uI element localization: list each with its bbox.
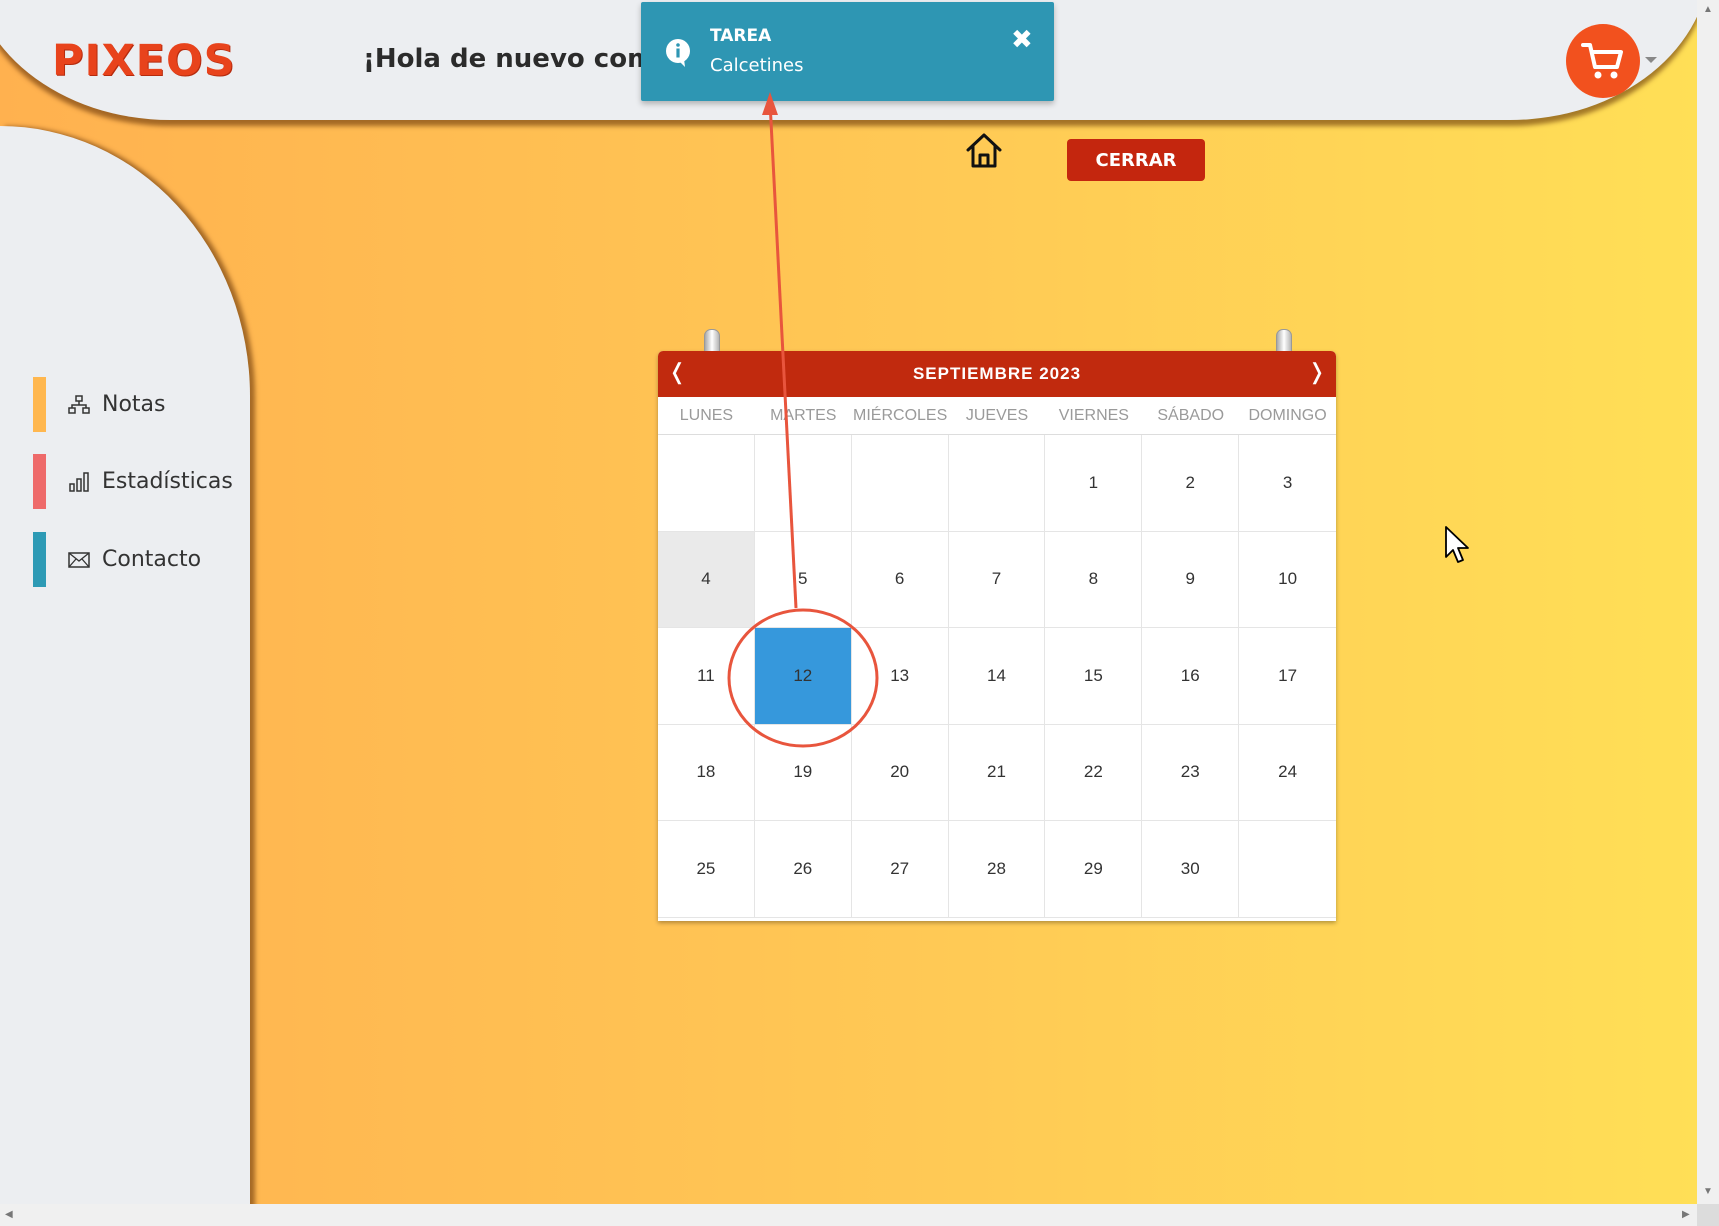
calendar-day-cell[interactable]: 24: [1239, 725, 1337, 821]
calendar-day-cell-selected[interactable]: 12: [754, 628, 852, 725]
calendar-day-cell-today[interactable]: 4: [658, 531, 755, 628]
cart-button[interactable]: [1566, 24, 1640, 98]
bar-chart-icon: [68, 471, 90, 493]
sidebar-item-color-bar: [33, 532, 46, 587]
calendar-day-cell[interactable]: [851, 435, 949, 532]
notification-message: Calcetines: [710, 55, 804, 76]
calendar-day-cell[interactable]: 26: [754, 821, 852, 918]
prev-month-button[interactable]: ❬: [668, 359, 686, 385]
calendar-week-row: 18 19 20 21 22 23 24: [658, 724, 1337, 821]
chevron-down-icon[interactable]: [1645, 57, 1657, 63]
calendar-day-cell[interactable]: 23: [1142, 724, 1240, 821]
calendar-week-row: 4 5 6 7 8 9 10: [658, 531, 1337, 628]
calendar-day-cell[interactable]: 16: [1142, 628, 1240, 725]
greeting-text: ¡Hola de nuevo comp: [363, 44, 673, 74]
calendar-day-cell[interactable]: 7: [948, 531, 1046, 628]
calendar-day-cell[interactable]: 11: [658, 628, 755, 725]
page-background: PIXEOS ¡Hola de nuevo comp Notas Estadís…: [0, 0, 1697, 1204]
calendar-week-row: 25 26 27 28 29 30: [658, 821, 1337, 918]
sidebar-item-color-bar: [33, 377, 46, 432]
calendar-day-cell[interactable]: 20: [851, 724, 949, 821]
calendar-day-cell[interactable]: 14: [948, 628, 1046, 725]
scrollbar-corner: [1697, 1204, 1719, 1226]
sidebar-item-notas[interactable]: Notas: [33, 377, 243, 432]
weekday-label: MARTES: [770, 407, 837, 424]
task-notification: TAREA Calcetines ✖: [641, 2, 1054, 101]
home-button[interactable]: [964, 131, 1004, 171]
weekday-header: LUNES MARTES MIÉRCOLES JUEVES VIERNES SÁ…: [658, 397, 1336, 435]
info-icon: [666, 39, 690, 67]
calendar-month-title: SEPTIEMBRE 2023: [912, 364, 1082, 383]
scroll-left-icon[interactable]: ◀: [5, 1209, 13, 1220]
shopping-cart-icon: [1581, 43, 1623, 79]
weekday-label: DOMINGO: [1248, 407, 1327, 424]
sidebar-item-color-bar: [33, 454, 46, 509]
calendar-day-cell[interactable]: 29: [1045, 821, 1143, 918]
scroll-up-icon[interactable]: ▲: [1703, 4, 1713, 15]
weekday-label: VIERNES: [1058, 407, 1129, 424]
sidebar-item-label: Contacto: [102, 547, 202, 572]
calendar-day-cell[interactable]: 17: [1239, 628, 1337, 725]
envelope-icon: [68, 549, 90, 571]
next-month-button[interactable]: ❭: [1308, 359, 1326, 385]
weekday-label: LUNES: [679, 407, 734, 424]
sidebar-item-label: Notas: [102, 392, 166, 417]
calendar-day-cell[interactable]: 19: [754, 724, 852, 821]
calendar-day-cell[interactable]: 28: [948, 821, 1046, 918]
calendar-day-cell[interactable]: [1239, 821, 1337, 918]
sidebar-item-contacto[interactable]: Contacto: [33, 532, 243, 587]
calendar-day-cell[interactable]: 1: [1045, 435, 1143, 532]
calendar-day-cell[interactable]: 5: [754, 531, 852, 628]
horizontal-scrollbar[interactable]: ◀ ▶: [0, 1204, 1697, 1226]
calendar-day-cell[interactable]: 8: [1045, 531, 1143, 628]
notification-title: TAREA: [710, 26, 772, 46]
calendar-day-cell[interactable]: 21: [948, 724, 1046, 821]
calendar-day-cell[interactable]: 13: [851, 628, 949, 725]
calendar-header: ❬ SEPTIEMBRE 2023 ❭: [658, 351, 1336, 397]
calendar-day-cell[interactable]: 22: [1045, 724, 1143, 821]
calendar-day-cell[interactable]: 6: [851, 531, 949, 628]
calendar-day-cell[interactable]: 18: [658, 724, 755, 821]
calendar-day-cell[interactable]: [754, 435, 852, 532]
calendar-day-cell[interactable]: [948, 435, 1046, 532]
scroll-down-icon[interactable]: ▼: [1703, 1186, 1713, 1197]
sidebar: [0, 126, 250, 1204]
pixeos-logo[interactable]: PIXEOS: [52, 36, 236, 86]
calendar-day-cell[interactable]: 25: [658, 821, 755, 918]
vertical-scrollbar[interactable]: ▲ ▼: [1697, 0, 1719, 1204]
weekday-label: SÁBADO: [1157, 407, 1225, 424]
sidebar-item-estadisticas[interactable]: Estadísticas: [33, 454, 243, 509]
calendar-day-cell[interactable]: [658, 435, 755, 532]
calendar-day-cell[interactable]: 3: [1239, 435, 1337, 532]
calendar-day-cell[interactable]: 2: [1142, 435, 1240, 532]
calendar: ❬ SEPTIEMBRE 2023 ❭ LUNES MARTES MIÉRCOL…: [658, 329, 1337, 921]
calendar-grid: 1 2 3 4 5 6 7 8 9 10 11 12 13 14 15 16 1…: [658, 435, 1337, 918]
mouse-cursor-icon: [1445, 526, 1469, 563]
close-icon[interactable]: ✖: [1011, 26, 1033, 52]
calendar-day-cell[interactable]: 15: [1045, 628, 1143, 725]
scroll-right-icon[interactable]: ▶: [1682, 1209, 1690, 1220]
calendar-day-cell[interactable]: 30: [1142, 821, 1240, 918]
home-icon: [966, 133, 1002, 168]
weekday-label: MIÉRCOLES: [853, 407, 948, 424]
sitemap-icon: [68, 394, 90, 416]
calendar-day-cell[interactable]: 10: [1239, 532, 1337, 628]
sidebar-item-label: Estadísticas: [102, 469, 233, 494]
calendar-week-row: 1 2 3: [658, 435, 1337, 532]
calendar-week-row: 11 12 13 14 15 16 17: [658, 628, 1337, 725]
calendar-day-cell[interactable]: 27: [851, 821, 949, 918]
weekday-label: JUEVES: [965, 407, 1029, 424]
close-session-button[interactable]: CERRAR: [1067, 139, 1205, 181]
calendar-day-cell[interactable]: 9: [1142, 531, 1240, 628]
